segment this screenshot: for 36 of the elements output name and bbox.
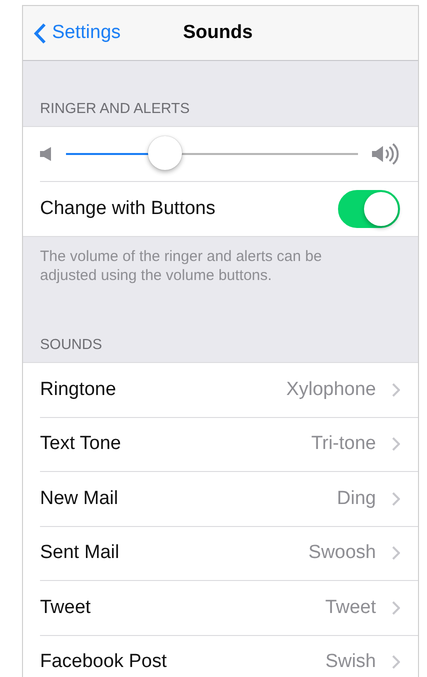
section-header: RINGER AND ALERTS — [40, 101, 190, 117]
speaker-loud-icon — [372, 142, 400, 166]
slider-thumb[interactable] — [148, 136, 182, 170]
row-label: Tweet — [40, 596, 92, 619]
chevron-icon — [392, 382, 400, 397]
settings-row[interactable]: Facebook Post Swish — [40, 634, 418, 677]
settings-row[interactable]: Text Tone Tri-tone — [40, 416, 418, 471]
settings-row[interactable]: Ringtone Xylophone — [40, 363, 418, 416]
row-value: Swish — [325, 651, 376, 674]
row-value: Tweet — [325, 596, 376, 619]
volume-slider[interactable] — [66, 136, 358, 172]
row-value: Ding — [336, 488, 376, 510]
footer-note: The volume of the ringer and alerts can be adjusted using the volume buttons. — [40, 248, 322, 284]
toggle-switch[interactable] — [338, 190, 400, 228]
row-label: Ringtone — [40, 378, 118, 401]
chevron-icon — [392, 600, 400, 615]
row-value: Swoosh — [308, 542, 376, 564]
settings-row[interactable]: Sent Mail Swoosh — [40, 526, 418, 580]
back-button[interactable]: Settings — [23, 22, 121, 44]
toggle-label: Change with Buttons — [40, 198, 216, 220]
row-value: Xylophone — [286, 378, 376, 401]
chevron-icon — [392, 437, 400, 452]
settings-row[interactable]: Tweet Tweet — [40, 580, 418, 634]
row-value: Tri-tone — [311, 433, 376, 456]
chevron-icon — [392, 655, 400, 670]
row-label: Facebook Post — [40, 651, 168, 674]
chevron-icon — [392, 546, 400, 560]
settings-row[interactable]: New Mail Ding — [40, 471, 418, 526]
speaker-quiet-icon — [40, 147, 52, 161]
back-chevron-icon — [34, 22, 46, 44]
chevron-icon — [392, 492, 400, 506]
page-title: Sounds — [183, 22, 253, 44]
section-header: SOUNDS — [40, 337, 102, 353]
row-label: Sent Mail — [40, 542, 120, 564]
row-label: New Mail — [40, 488, 120, 510]
row-label: Text Tone — [40, 433, 122, 456]
